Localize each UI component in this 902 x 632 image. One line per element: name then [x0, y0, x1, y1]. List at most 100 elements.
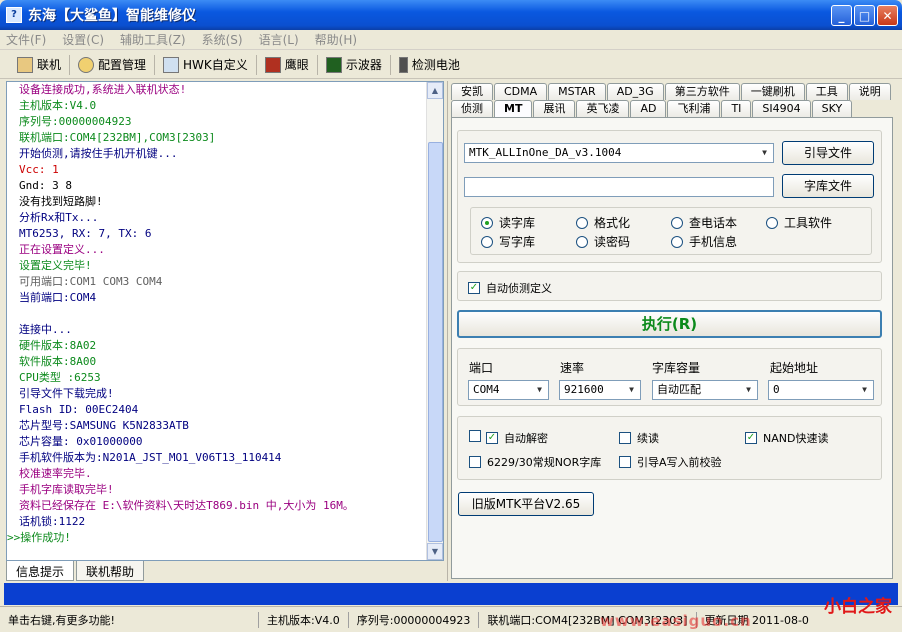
log-line: 可用端口:COM1 COM3 COM4	[19, 275, 163, 288]
chevron-down-icon: ▼	[629, 385, 634, 394]
menu-settings[interactable]: 设置(C)	[62, 31, 104, 48]
auto-detect-checkbox[interactable]: ✓ 自动侦测定义	[468, 280, 552, 296]
tab-展讯[interactable]: 展讯	[533, 100, 576, 117]
log-line: 联机端口:COM4[232BM],COM3[2303]	[19, 131, 216, 144]
battery-icon	[398, 56, 408, 73]
chevron-down-icon: ▼	[862, 385, 867, 394]
log-line: 设置定义完毕!	[19, 259, 92, 272]
menu-help[interactable]: 帮助(H)	[315, 31, 357, 48]
flash-file-button[interactable]: 字库文件	[782, 174, 874, 198]
radio-read-password[interactable]: 读密码	[576, 233, 630, 250]
config-button[interactable]: 配置管理	[73, 53, 151, 77]
radio-read-flash[interactable]: 读字库	[481, 214, 535, 231]
log-panel[interactable]: 设备连接成功,系统进入联机状态! 主机版本:V4.0 序列号:00000004923…	[6, 81, 444, 561]
log-line: 手机软件版本为:N201A_JST_MO1_V06T13_110414	[19, 451, 282, 464]
nand-fast-read-checkbox[interactable]: ✓ NAND快速读	[745, 430, 828, 446]
log-line: 设备连接成功,系统进入联机状态!	[19, 83, 187, 96]
close-button[interactable]: ✕	[877, 5, 898, 26]
radio-write-flash[interactable]: 写字库	[481, 233, 535, 250]
right-tabs-row2: 侦测 MT 展讯 英飞凌 AD 飞利浦 TI SI4904 SKY	[451, 100, 853, 117]
tab-ti[interactable]: TI	[721, 100, 752, 117]
eagle-eye-button[interactable]: 鹰眼	[260, 53, 314, 77]
radio-phone-info[interactable]: 手机信息	[671, 233, 737, 250]
baud-select[interactable]: 921600 ▼	[559, 380, 641, 400]
tab-ad[interactable]: AD	[630, 100, 667, 117]
log-line: 开始侦测,请按住手机开机键...	[19, 147, 178, 160]
menu-language[interactable]: 语言(L)	[259, 31, 299, 48]
tab-mstar[interactable]: MSTAR	[548, 83, 606, 100]
tab-cdma[interactable]: CDMA	[494, 83, 548, 100]
tab-说明[interactable]: 说明	[848, 83, 891, 100]
tab-侦测[interactable]: 侦测	[451, 100, 493, 117]
log-line: 引导文件下载完成!	[19, 387, 114, 400]
auto-decrypt-checkbox[interactable]: ✓ 自动解密	[486, 430, 548, 446]
address-select[interactable]: 0 ▼	[768, 380, 874, 400]
menu-system[interactable]: 系统(S)	[202, 31, 243, 48]
menu-file[interactable]: 文件(F)	[6, 31, 46, 48]
tab-ad_3g[interactable]: AD_3G	[606, 83, 664, 100]
execute-button[interactable]: 执行(R)	[457, 310, 882, 338]
log-lines: 设备连接成功,系统进入联机状态! 主机版本:V4.0 序列号:00000004923…	[7, 82, 429, 546]
extra-checkbox[interactable]	[469, 430, 487, 442]
port-select[interactable]: COM4 ▼	[468, 380, 549, 400]
tab-online-help[interactable]: 联机帮助	[76, 561, 145, 581]
log-line: 手机字库读取完毕!	[19, 483, 114, 496]
connect-button[interactable]: 联机	[12, 53, 66, 77]
log-scrollbar[interactable]: ▲ ▼	[426, 82, 443, 560]
oscilloscope-button[interactable]: 示波器	[321, 53, 387, 77]
log-line: 当前端口:COM4	[19, 291, 97, 304]
log-line: 硬件版本:8A02	[19, 339, 97, 352]
baud-label: 速率	[560, 361, 585, 375]
log-line: 资料已经保存在 E:\软件资料\天时达T869.bin 中,大小为 16M。	[19, 499, 354, 512]
scroll-up-icon[interactable]: ▲	[427, 82, 443, 99]
flash-file-input[interactable]	[464, 177, 774, 197]
log-line: 主机版本:V4.0	[19, 99, 97, 112]
tab-飞利浦[interactable]: 飞利浦	[667, 100, 721, 117]
boot-file-button[interactable]: 引导文件	[782, 141, 874, 165]
menu-bar: 文件(F) 设置(C) 辅助工具(Z) 系统(S) 语言(L) 帮助(H)	[0, 30, 902, 50]
resume-read-checkbox[interactable]: 续读	[619, 430, 659, 446]
radio-tools[interactable]: 工具软件	[766, 214, 832, 231]
connect-icon	[17, 56, 33, 73]
log-line: 没有找到短路脚!	[19, 195, 103, 208]
tab-工具[interactable]: 工具	[805, 83, 848, 100]
log-line: 连接中...	[19, 323, 72, 336]
tab-sky[interactable]: SKY	[811, 100, 853, 117]
port-label: 端口	[469, 361, 494, 375]
log-line: 芯片容量: 0x01000000	[19, 435, 143, 448]
tab-第三方软件[interactable]: 第三方软件	[664, 83, 740, 100]
tab-si4904[interactable]: SI4904	[752, 100, 811, 117]
menu-tools[interactable]: 辅助工具(Z)	[120, 31, 186, 48]
radio-format[interactable]: 格式化	[576, 214, 630, 231]
splitter[interactable]	[447, 81, 448, 581]
watermark-site: 小白之家	[824, 597, 892, 617]
da-file-value: MTK_ALLInOne_DA_v3.1004	[469, 146, 622, 159]
log-line: 软件版本:8A00	[19, 355, 97, 368]
right-tabs-row1: 安凯 CDMA MSTAR AD_3G 第三方软件 一键刷机 工具 说明	[451, 83, 892, 100]
log-line: Vcc: 1	[19, 163, 59, 176]
nor-6229-checkbox[interactable]: 6229/30常规NOR字库	[469, 454, 601, 470]
maximize-button[interactable]: □	[854, 5, 875, 26]
options-group	[457, 416, 882, 480]
scroll-thumb[interactable]	[428, 142, 443, 542]
tab-英飞凌[interactable]: 英飞凌	[576, 100, 630, 117]
status-host-version: 主机版本:V4.0	[267, 613, 340, 627]
hwk-button[interactable]: HWK自定义	[158, 53, 253, 77]
chevron-down-icon: ▼	[746, 385, 751, 394]
log-line: MT6253, RX: 7, TX: 6	[19, 227, 152, 240]
old-mtk-platform-button[interactable]: 旧版MTK平台V2.65	[458, 492, 594, 516]
boot-verify-checkbox[interactable]: 引导A写入前校验	[619, 454, 722, 470]
log-line: 校准速率完毕.	[19, 467, 92, 480]
tab-info[interactable]: 信息提示	[6, 561, 75, 581]
tab-mt[interactable]: MT	[494, 100, 533, 117]
scroll-down-icon[interactable]: ▼	[427, 543, 443, 560]
minimize-button[interactable]: _	[831, 5, 852, 26]
da-file-select[interactable]: MTK_ALLInOne_DA_v3.1004 ▼	[464, 143, 774, 163]
address-label: 起始地址	[770, 361, 819, 375]
window-title: 东海【大鲨鱼】智能维修仪	[28, 8, 196, 24]
tab-安凯[interactable]: 安凯	[451, 83, 493, 100]
size-select[interactable]: 自动匹配 ▼	[652, 380, 758, 400]
battery-test-button[interactable]: 检测电池	[394, 53, 465, 77]
radio-phonebook[interactable]: 查电话本	[671, 214, 737, 231]
tab-一键刷机[interactable]: 一键刷机	[740, 83, 805, 100]
